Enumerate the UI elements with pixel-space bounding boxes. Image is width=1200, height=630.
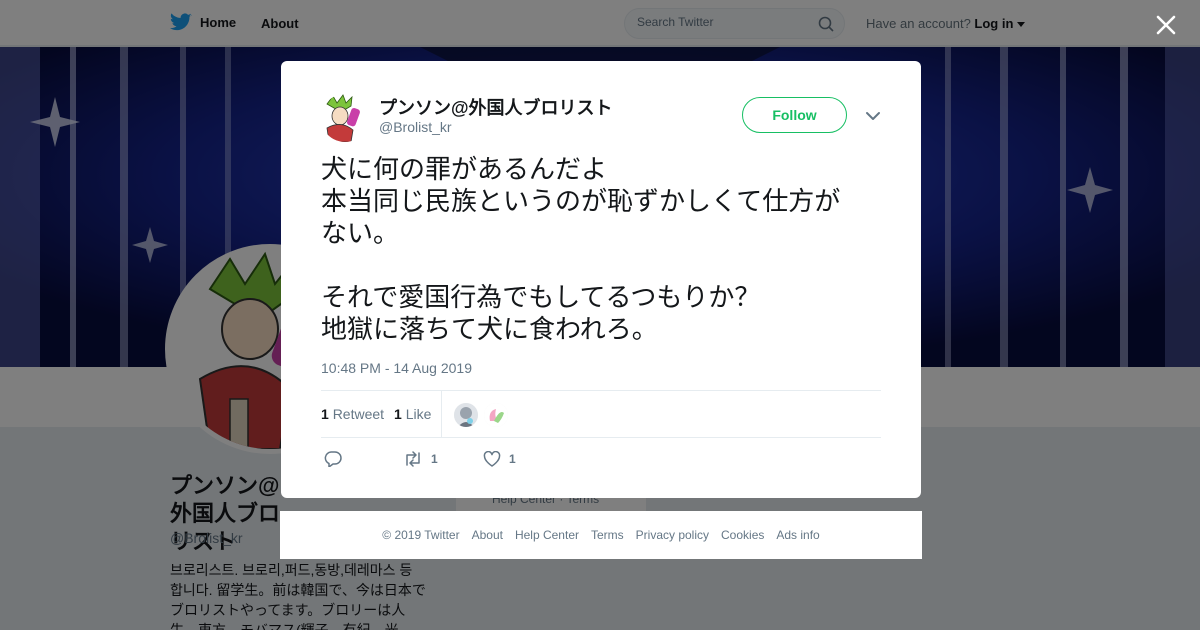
close-icon[interactable] bbox=[1154, 13, 1178, 37]
heart-icon bbox=[483, 451, 501, 467]
tweet-author-avatar-drawing bbox=[321, 94, 369, 142]
tweet-text-line: 本当同じ民族というのが恥ずかしくて仕方が bbox=[321, 186, 841, 216]
reply-icon bbox=[324, 451, 342, 467]
like-action[interactable]: 1 bbox=[483, 451, 516, 467]
retweet-stat-label: Retweet bbox=[332, 406, 385, 422]
like-action-count: 1 bbox=[509, 452, 516, 466]
stats-divider bbox=[441, 391, 442, 437]
chevron-down-icon[interactable] bbox=[864, 109, 882, 123]
footer-copyright: © 2019 Twitter bbox=[382, 528, 460, 542]
tweet-author-name[interactable]: プンソン@外国人ブロリスト bbox=[379, 94, 613, 120]
tweet-stats: 1 Retweet 1 Like bbox=[321, 390, 881, 438]
footer-link-privacy[interactable]: Privacy policy bbox=[636, 528, 709, 542]
liker-avatar-drawing bbox=[454, 403, 478, 427]
liker-avatar-drawing bbox=[484, 403, 508, 427]
tweet-text-line: 地獄に落ちて犬に食われろ。 bbox=[321, 314, 658, 344]
footer-link-about[interactable]: About bbox=[472, 528, 503, 542]
tweet-modal: プンソン@外国人ブロリスト @Brolist_kr Follow 犬に何の罪があ… bbox=[281, 61, 921, 498]
like-stat[interactable]: 1 Like bbox=[394, 406, 431, 422]
footer-link-help-center[interactable]: Help Center bbox=[515, 528, 579, 542]
tweet-text: 犬に何の罪があるんだよ 本当同じ民族というのが恥ずかしくて仕方が ない。 それで… bbox=[321, 153, 891, 345]
tweet-text-line: 犬に何の罪があるんだよ bbox=[321, 154, 608, 184]
retweet-count: 1 bbox=[321, 406, 329, 422]
liker-avatar[interactable] bbox=[454, 403, 478, 427]
like-stat-label: Like bbox=[405, 406, 432, 422]
footer-link-terms[interactable]: Terms bbox=[591, 528, 624, 542]
retweet-action[interactable]: 1 bbox=[403, 451, 438, 467]
liker-avatar[interactable] bbox=[484, 403, 508, 427]
tweet-text-line: ない。 bbox=[321, 218, 400, 248]
tweet-timestamp[interactable]: 10:48 PM - 14 Aug 2019 bbox=[321, 360, 472, 376]
footer-link-ads-info[interactable]: Ads info bbox=[776, 528, 819, 542]
retweet-icon bbox=[406, 451, 420, 467]
retweet-action-count: 1 bbox=[431, 452, 438, 466]
retweet-stat[interactable]: 1 Retweet bbox=[321, 406, 384, 422]
reply-action[interactable] bbox=[324, 451, 342, 467]
tweet-author-handle[interactable]: @Brolist_kr bbox=[379, 119, 452, 135]
footer-link-cookies[interactable]: Cookies bbox=[721, 528, 764, 542]
tweet-text-line bbox=[321, 249, 891, 281]
tweet-text-line: それで愛国行為でもしてるつもりか？ bbox=[321, 282, 761, 312]
follow-button[interactable]: Follow bbox=[742, 97, 847, 133]
modal-footer: © 2019 Twitter About Help Center Terms P… bbox=[280, 511, 922, 559]
tweet-author-avatar[interactable] bbox=[321, 94, 369, 142]
like-count: 1 bbox=[394, 406, 402, 422]
